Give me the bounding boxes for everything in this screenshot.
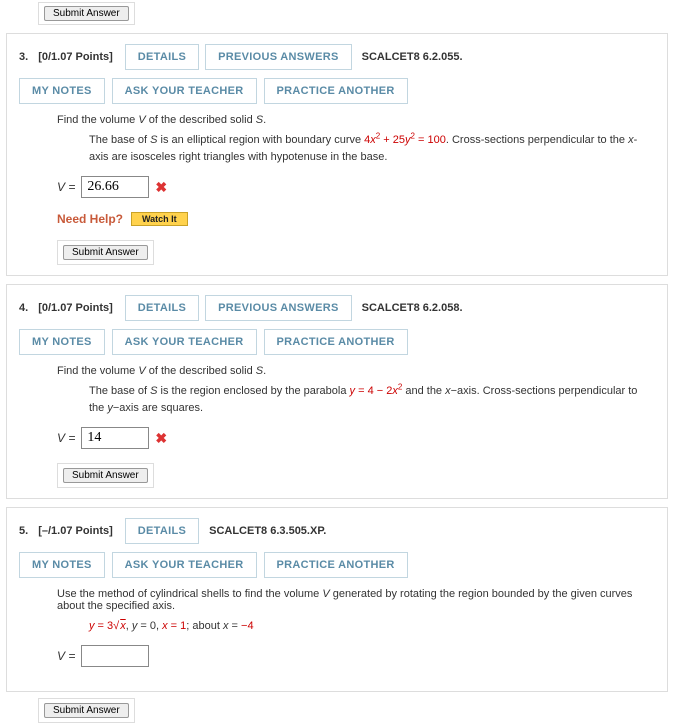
my-notes-button[interactable]: MY NOTES — [19, 552, 105, 578]
question-5-prompt: Use the method of cylindrical shells to … — [57, 588, 655, 612]
eq-part: y = 3√x — [89, 620, 126, 632]
watch-it-button[interactable]: Watch It — [131, 212, 188, 226]
text: of the described solid — [146, 365, 256, 377]
question-3-description: The base of S is an elliptical region wi… — [89, 132, 655, 166]
question-5-points: [–/1.07 Points] — [38, 525, 113, 537]
v-label: V = — [57, 649, 75, 663]
n: = 100 — [415, 134, 446, 146]
submit-wrapper-top: Submit Answer — [38, 2, 135, 25]
val: −4 — [241, 620, 254, 632]
n: = 0, — [137, 620, 162, 632]
eq-part: x = 1 — [162, 620, 186, 632]
text: is an elliptical region with boundary cu… — [158, 134, 365, 146]
question-4: 4. [0/1.07 Points] DETAILS PREVIOUS ANSW… — [6, 284, 668, 499]
n: = 4 − 2 — [355, 385, 392, 397]
var-v: V — [138, 114, 145, 126]
question-5: 5. [–/1.07 Points] DETAILS SCALCET8 6.3.… — [6, 507, 668, 692]
answer-input-q5[interactable] — [81, 645, 149, 667]
question-5-subheader: MY NOTES ASK YOUR TEACHER PRACTICE ANOTH… — [19, 552, 655, 578]
ask-teacher-button[interactable]: ASK YOUR TEACHER — [112, 552, 257, 578]
n: = — [228, 620, 241, 632]
var-s: S — [150, 385, 157, 397]
question-4-number: 4. — [19, 302, 28, 314]
need-help-row: Need Help? Watch It — [57, 212, 655, 226]
question-3-number: 3. — [19, 51, 28, 63]
question-4-description: The base of S is the region enclosed by … — [89, 383, 655, 417]
answer-input-q3[interactable] — [81, 176, 149, 198]
submit-button-q5[interactable]: Submit Answer — [44, 703, 129, 718]
question-5-source: SCALCET8 6.3.505.XP. — [209, 525, 326, 537]
var-s: S — [256, 365, 263, 377]
question-4-subheader: MY NOTES ASK YOUR TEACHER PRACTICE ANOTH… — [19, 329, 655, 355]
text: of the described solid — [146, 114, 256, 126]
question-4-prompt: Find the volume V of the described solid… — [57, 365, 655, 377]
text: The base of — [89, 385, 150, 397]
details-button[interactable]: DETAILS — [125, 44, 199, 70]
details-button[interactable]: DETAILS — [125, 518, 199, 544]
submit-wrapper-q5: Submit Answer — [38, 698, 135, 723]
question-3-source: SCALCET8 6.2.055. — [362, 51, 463, 63]
n: = 3 — [95, 620, 114, 632]
previous-answers-button[interactable]: PREVIOUS ANSWERS — [205, 295, 352, 321]
question-3-points: [0/1.07 Points] — [38, 51, 113, 63]
text: . — [263, 114, 266, 126]
submit-wrapper-q3: Submit Answer — [57, 240, 154, 265]
question-5-content: Use the method of cylindrical shells to … — [57, 588, 655, 667]
equation: y = 4 − 2x2 — [350, 385, 403, 397]
question-4-source: SCALCET8 6.2.058. — [362, 302, 463, 314]
ask-teacher-button[interactable]: ASK YOUR TEACHER — [112, 78, 257, 104]
answer-input-q4[interactable] — [81, 427, 149, 449]
ask-teacher-button[interactable]: ASK YOUR TEACHER — [112, 329, 257, 355]
text: Use the method of cylindrical shells to … — [57, 588, 322, 600]
question-4-content: Find the volume V of the described solid… — [57, 365, 655, 449]
question-3-subheader: MY NOTES ASK YOUR TEACHER PRACTICE ANOTH… — [19, 78, 655, 104]
text: is the region enclosed by the parabola — [158, 385, 350, 397]
wrong-icon: ✖ — [155, 179, 167, 196]
equation: 4x2 + 25y2 = 100 — [364, 134, 446, 146]
details-button[interactable]: DETAILS — [125, 295, 199, 321]
text: Find the volume — [57, 365, 138, 377]
submit-button-q3[interactable]: Submit Answer — [63, 245, 148, 260]
var-s: S — [256, 114, 263, 126]
submit-button-q4[interactable]: Submit Answer — [63, 468, 148, 483]
text: . — [263, 365, 266, 377]
question-4-header: 4. [0/1.07 Points] DETAILS PREVIOUS ANSW… — [19, 295, 655, 321]
text: . Cross-sections perpendicular to the — [446, 134, 628, 146]
submit-button-top[interactable]: Submit Answer — [44, 6, 129, 21]
question-5-header: 5. [–/1.07 Points] DETAILS SCALCET8 6.3.… — [19, 518, 655, 544]
question-3-header: 3. [0/1.07 Points] DETAILS PREVIOUS ANSW… — [19, 44, 655, 70]
v-label: V = — [57, 180, 75, 194]
question-5-equation: y = 3√x, y = 0, x = 1; about x = −4 — [89, 618, 655, 635]
text: −axis are squares. — [113, 402, 203, 414]
text: Find the volume — [57, 114, 138, 126]
var-v: V — [138, 365, 145, 377]
question-5-answer-row: V = — [57, 645, 655, 667]
var-v: V — [322, 588, 329, 600]
question-5-number: 5. — [19, 525, 28, 537]
previous-answers-button[interactable]: PREVIOUS ANSWERS — [205, 44, 352, 70]
practice-another-button[interactable]: PRACTICE ANOTHER — [264, 78, 408, 104]
question-3-content: Find the volume V of the described solid… — [57, 114, 655, 226]
question-3: 3. [0/1.07 Points] DETAILS PREVIOUS ANSW… — [6, 33, 668, 276]
my-notes-button[interactable]: MY NOTES — [19, 78, 105, 104]
practice-another-button[interactable]: PRACTICE ANOTHER — [264, 552, 408, 578]
question-4-points: [0/1.07 Points] — [38, 302, 113, 314]
need-help-label: Need Help? — [57, 212, 123, 226]
my-notes-button[interactable]: MY NOTES — [19, 329, 105, 355]
text: and the — [402, 385, 445, 397]
var-s: S — [150, 134, 157, 146]
text: The base of — [89, 134, 150, 146]
question-3-answer-row: V = ✖ — [57, 176, 655, 198]
v-label: V = — [57, 431, 75, 445]
question-4-answer-row: V = ✖ — [57, 427, 655, 449]
practice-another-button[interactable]: PRACTICE ANOTHER — [264, 329, 408, 355]
n: + 25 — [380, 134, 405, 146]
submit-wrapper-q4: Submit Answer — [57, 463, 154, 488]
wrong-icon: ✖ — [155, 430, 167, 447]
question-3-prompt: Find the volume V of the described solid… — [57, 114, 655, 126]
